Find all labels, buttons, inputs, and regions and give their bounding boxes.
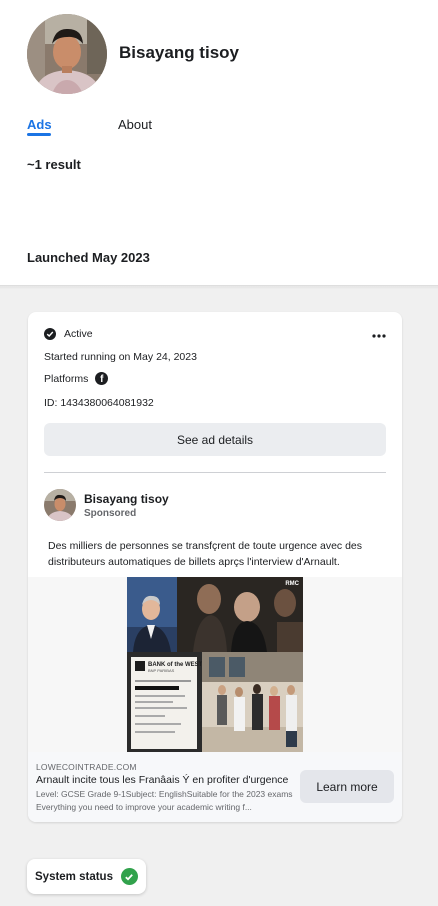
check-circle-icon	[120, 868, 138, 885]
facebook-icon: f	[95, 372, 109, 385]
see-ad-details-button[interactable]: See ad details	[44, 423, 386, 456]
active-tab-indicator	[27, 133, 51, 136]
launch-group-heading: Launched May 2023	[27, 250, 150, 265]
link-headline: Arnault incite tous les Franâais Ý en pr…	[36, 774, 289, 786]
divider	[44, 472, 386, 473]
receipt-sub: BNP PARIBAS	[148, 668, 175, 673]
sponsored-label: Sponsored	[84, 508, 137, 519]
ad-link-footer[interactable]: LOWECOINTRADE.COM Arnault incite tous le…	[28, 752, 402, 822]
ad-status: Active	[44, 328, 93, 340]
ad-card: Active Started running on May 24, 2023 P…	[28, 312, 402, 822]
page-header: Bisayang tisoy Ads About ~1 result Launc…	[0, 0, 438, 287]
system-status-button[interactable]: System status	[27, 859, 146, 894]
tab-about[interactable]: About	[118, 117, 152, 132]
ad-id: ID: 1434380064081932	[44, 397, 154, 409]
platforms-row: Platforms f	[44, 372, 109, 385]
image-watermark: RMC	[285, 581, 299, 587]
advertiser-name[interactable]: Bisayang tisoy	[84, 492, 169, 506]
page-name: Bisayang tisoy	[119, 43, 239, 62]
system-status-label: System status	[35, 870, 113, 883]
learn-more-button[interactable]: Learn more	[300, 770, 394, 803]
ad-image[interactable]: RMC BANK of the WEST BNP PARIBAS	[127, 577, 303, 752]
page-avatar[interactable]	[27, 14, 107, 94]
active-check-icon	[44, 328, 56, 340]
header-shadow	[0, 285, 438, 289]
status-label: Active	[64, 328, 93, 340]
ad-body-text: Des milliers de personnes se transfçrent…	[48, 540, 363, 568]
platforms-label: Platforms	[44, 372, 89, 385]
link-domain: LOWECOINTRADE.COM	[36, 762, 137, 772]
more-options-icon[interactable]	[372, 328, 386, 338]
tab-ads[interactable]: Ads	[27, 117, 52, 132]
result-count: ~1 result	[27, 157, 81, 172]
started-running: Started running on May 24, 2023	[44, 351, 197, 363]
link-description: Level: GCSE Grade 9-1Subject: EnglishSui…	[36, 789, 293, 812]
advertiser-avatar[interactable]	[44, 489, 76, 521]
